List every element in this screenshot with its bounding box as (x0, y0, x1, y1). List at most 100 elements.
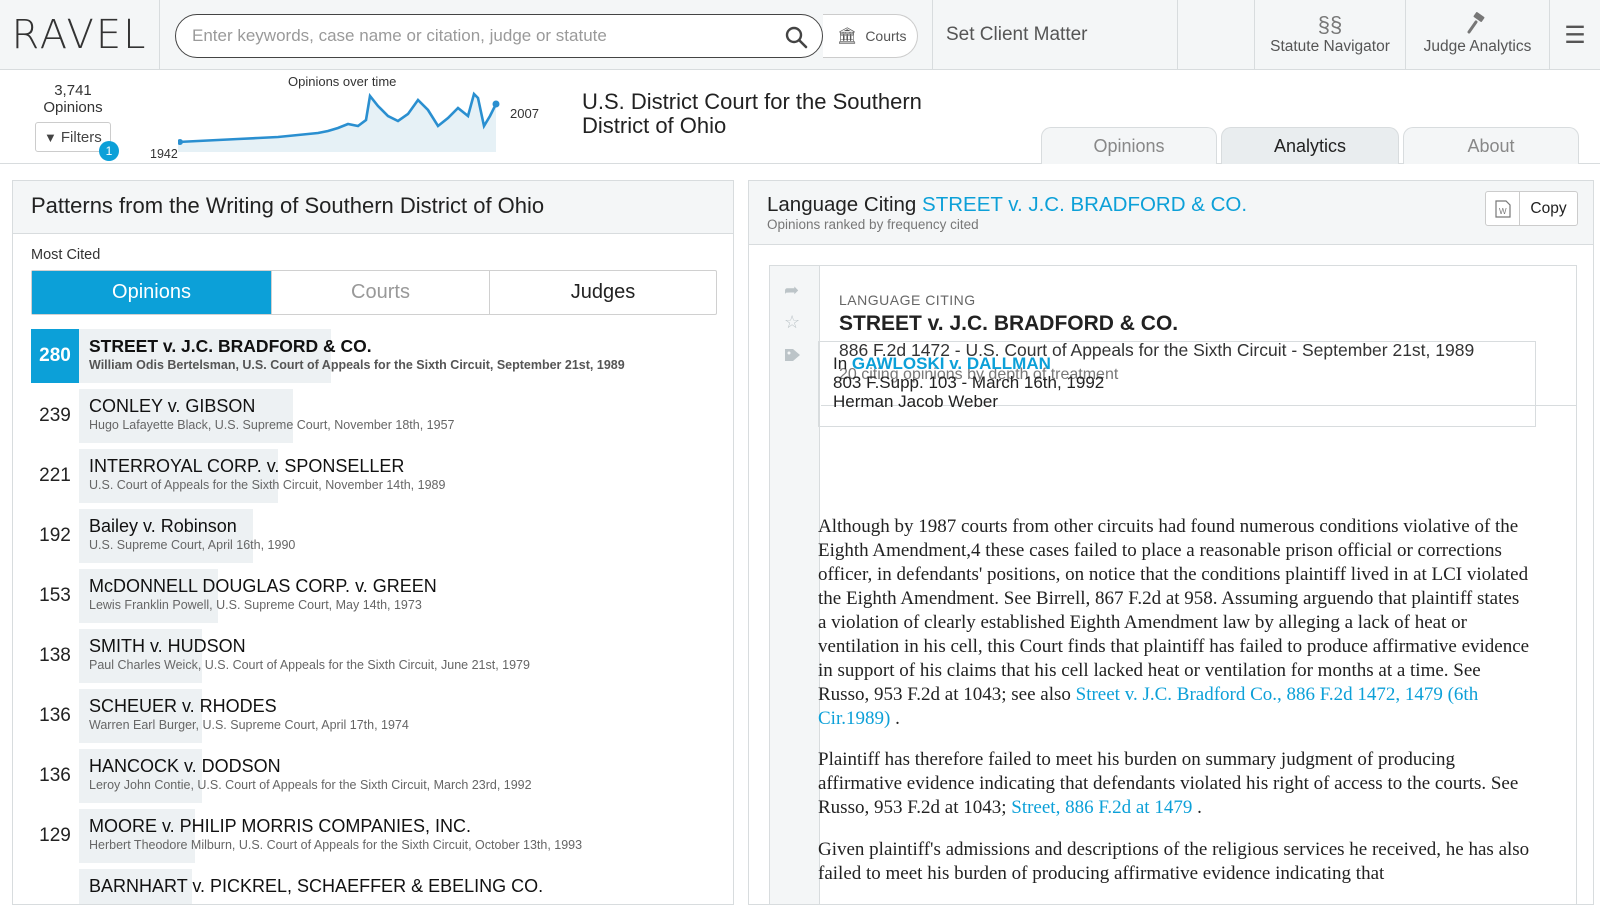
filter-count-badge: 1 (99, 141, 119, 161)
citation-link[interactable]: Street, 886 F.2d at 1479 (1011, 797, 1192, 818)
citing-case-link[interactable]: GAWLOSKI v. DALLMAN (852, 354, 1051, 373)
citation-count: 239 (39, 405, 71, 426)
nav-divider (1177, 0, 1178, 70)
case-meta: U.S. Court of Appeals for the Sixth Circ… (89, 478, 446, 492)
language-citing-title-prefix: Language Citing (767, 193, 917, 216)
citing-case-citation: 803 F.Supp. 103 - March 16th, 1992 (833, 373, 1105, 392)
cited-case-row[interactable]: 129 MOORE v. PHILIP MORRIS COMPANIES, INC… (31, 809, 717, 863)
opinions-over-time-sparkline (178, 91, 500, 152)
segment-courts[interactable]: Courts (272, 271, 490, 314)
case-meta: Hugo Lafayette Black, U.S. Supreme Court… (89, 418, 455, 432)
citation-count: 192 (39, 525, 71, 546)
case-name[interactable]: SMITH v. HUDSON (89, 636, 246, 657)
case-meta: Paul Charles Weick, U.S. Court of Appeal… (89, 658, 530, 672)
in-prefix: In (833, 354, 848, 373)
case-meta: U.S. Supreme Court, April 16th, 1990 (89, 538, 296, 552)
courts-filter-button[interactable]: 🏛 Courts (823, 14, 918, 58)
case-name[interactable]: INTERROYAL CORP. v. SPONSELLER (89, 456, 404, 477)
language-citing-panel: Language Citing STREET v. J.C. BRADFORD … (748, 180, 1594, 905)
hamburger-menu-icon[interactable]: ☰ (1549, 0, 1600, 70)
citing-case-judge: Herman Jacob Weber (833, 392, 999, 411)
case-name[interactable]: CONLEY v. GIBSON (89, 396, 255, 417)
cited-case-row[interactable]: 239 CONLEY v. GIBSON Hugo Lafayette Black,… (31, 389, 717, 443)
citation-count: 280 (31, 329, 79, 383)
word-document-icon: W (1486, 192, 1520, 225)
share-icon[interactable]: ➦ (784, 280, 799, 301)
opinion-count-value: 3,741 (54, 82, 92, 99)
language-citing-subtitle: Opinions ranked by frequency cited (767, 217, 979, 232)
citation-count (31, 869, 79, 904)
courts-label: Courts (865, 28, 907, 44)
tab-analytics[interactable]: Analytics (1221, 127, 1399, 164)
cited-case-row[interactable]: 221 INTERROYAL CORP. v. SPONSELLER U.S. Co… (31, 449, 717, 503)
nav-divider (932, 0, 933, 70)
cited-case-row[interactable]: BARNHART v. PICKREL, SCHAEFFER & EBELING… (31, 869, 717, 904)
top-navigation-bar: RAVEL 🏛 Courts Set Client Matter §§ Stat… (0, 0, 1600, 70)
excerpt-text: Although by 1987 courts from other circu… (818, 516, 1530, 705)
opinion-count: 3,741 Opinions (30, 82, 116, 116)
case-name[interactable]: HANCOCK v. DODSON (89, 756, 281, 777)
citation-count: 129 (39, 825, 71, 846)
segment-opinions[interactable]: Opinions (32, 271, 272, 314)
citation-count: 221 (39, 465, 71, 486)
citation-count: 136 (39, 705, 71, 726)
judge-analytics-label: Judge Analytics (1423, 38, 1532, 55)
excerpt-end: . (1192, 797, 1202, 818)
tab-about[interactable]: About (1403, 127, 1579, 164)
sparkline-end-point (492, 100, 500, 108)
opinion-count-label: Opinions (43, 99, 103, 116)
language-citing-label: LANGUAGE CITING (839, 292, 976, 308)
language-citing-header: Language Citing STREET v. J.C. BRADFORD … (749, 181, 1593, 245)
case-meta: Lewis Franklin Powell, U.S. Supreme Cour… (89, 598, 422, 612)
language-citing-title: Language Citing STREET v. J.C. BRADFORD … (767, 193, 1247, 217)
citation-count: 138 (39, 645, 71, 666)
citation-count: 136 (39, 765, 71, 786)
patterns-panel-header: Patterns from the Writing of Southern Di… (13, 181, 733, 234)
case-meta: Herbert Theodore Milburn, U.S. Court of … (89, 838, 583, 852)
statute-navigator-label: Statute Navigator (1270, 38, 1390, 55)
search-icon[interactable] (784, 25, 808, 49)
case-meta: William Odis Bertelsman, U.S. Court of A… (89, 358, 625, 372)
section-symbol-icon: §§ (1317, 12, 1343, 37)
set-client-matter-button[interactable]: Set Client Matter (946, 24, 1088, 46)
most-cited-segmented-control: Opinions Courts Judges (31, 270, 717, 315)
search-input[interactable] (192, 15, 762, 57)
cited-case-row[interactable]: 138 SMITH v. HUDSON Paul Charles Weick, U.… (31, 629, 717, 683)
cited-case-row[interactable]: 153 McDONNELL DOUGLAS CORP. v. GREEN Lewis… (31, 569, 717, 623)
copy-label: Copy (1530, 200, 1567, 217)
copy-button[interactable]: W Copy (1485, 191, 1578, 226)
cited-case-row[interactable]: 192 Bailey v. Robinson U.S. Supreme Court,… (31, 509, 717, 563)
citing-case-info-box: In GAWLOSKI v. DALLMAN 803 F.Supp. 103 -… (818, 341, 1536, 427)
excerpt-end: . (890, 708, 900, 729)
patterns-panel: Patterns from the Writing of Southern Di… (12, 180, 734, 905)
language-citing-case-link[interactable]: STREET v. J.C. BRADFORD & CO. (922, 193, 1247, 216)
case-name[interactable]: SCHEUER v. RHODES (89, 696, 277, 717)
case-name[interactable]: BARNHART v. PICKREL, SCHAEFFER & EBELING… (89, 876, 543, 897)
case-meta: Warren Earl Burger, U.S. Supreme Court, … (89, 718, 409, 732)
funnel-icon: ▼ (44, 129, 57, 145)
case-name[interactable]: MOORE v. PHILIP MORRIS COMPANIES, INC. (89, 816, 471, 837)
tab-opinions[interactable]: Opinions (1041, 127, 1217, 164)
segment-judges[interactable]: Judges (490, 271, 716, 314)
search-box (175, 14, 823, 58)
statute-navigator-button[interactable]: §§ Statute Navigator (1254, 0, 1405, 70)
excerpt-text: Given plaintiff's admissions and descrip… (818, 839, 1530, 884)
sparkline-start-year: 1942 (150, 147, 178, 161)
case-name[interactable]: McDONNELL DOUGLAS CORP. v. GREEN (89, 576, 437, 597)
citation-count: 153 (39, 585, 71, 606)
case-name[interactable]: Bailey v. Robinson (89, 516, 237, 537)
judge-analytics-button[interactable]: Judge Analytics (1405, 0, 1549, 70)
copy-icon-letter: W (1499, 207, 1507, 216)
cited-case-row[interactable]: 136 SCHEUER v. RHODES Warren Earl Burger, … (31, 689, 717, 743)
ravel-logo[interactable]: RAVEL (0, 0, 160, 70)
cited-case-name[interactable]: STREET v. J.C. BRADFORD & CO. (839, 312, 1178, 336)
sparkline-area (178, 94, 496, 152)
cited-case-row[interactable]: 280 STREET v. J.C. BRADFORD & CO. William … (31, 329, 717, 383)
gavel-icon (1406, 12, 1549, 38)
case-name[interactable]: STREET v. J.C. BRADFORD & CO. (89, 336, 372, 357)
courthouse-icon: 🏛 (837, 28, 858, 45)
cited-case-row[interactable]: 136 HANCOCK v. DODSON Leroy John Contie, U… (31, 749, 717, 803)
filters-label: Filters (60, 128, 102, 146)
star-icon[interactable]: ☆ (784, 312, 800, 333)
tag-icon[interactable] (784, 346, 802, 367)
